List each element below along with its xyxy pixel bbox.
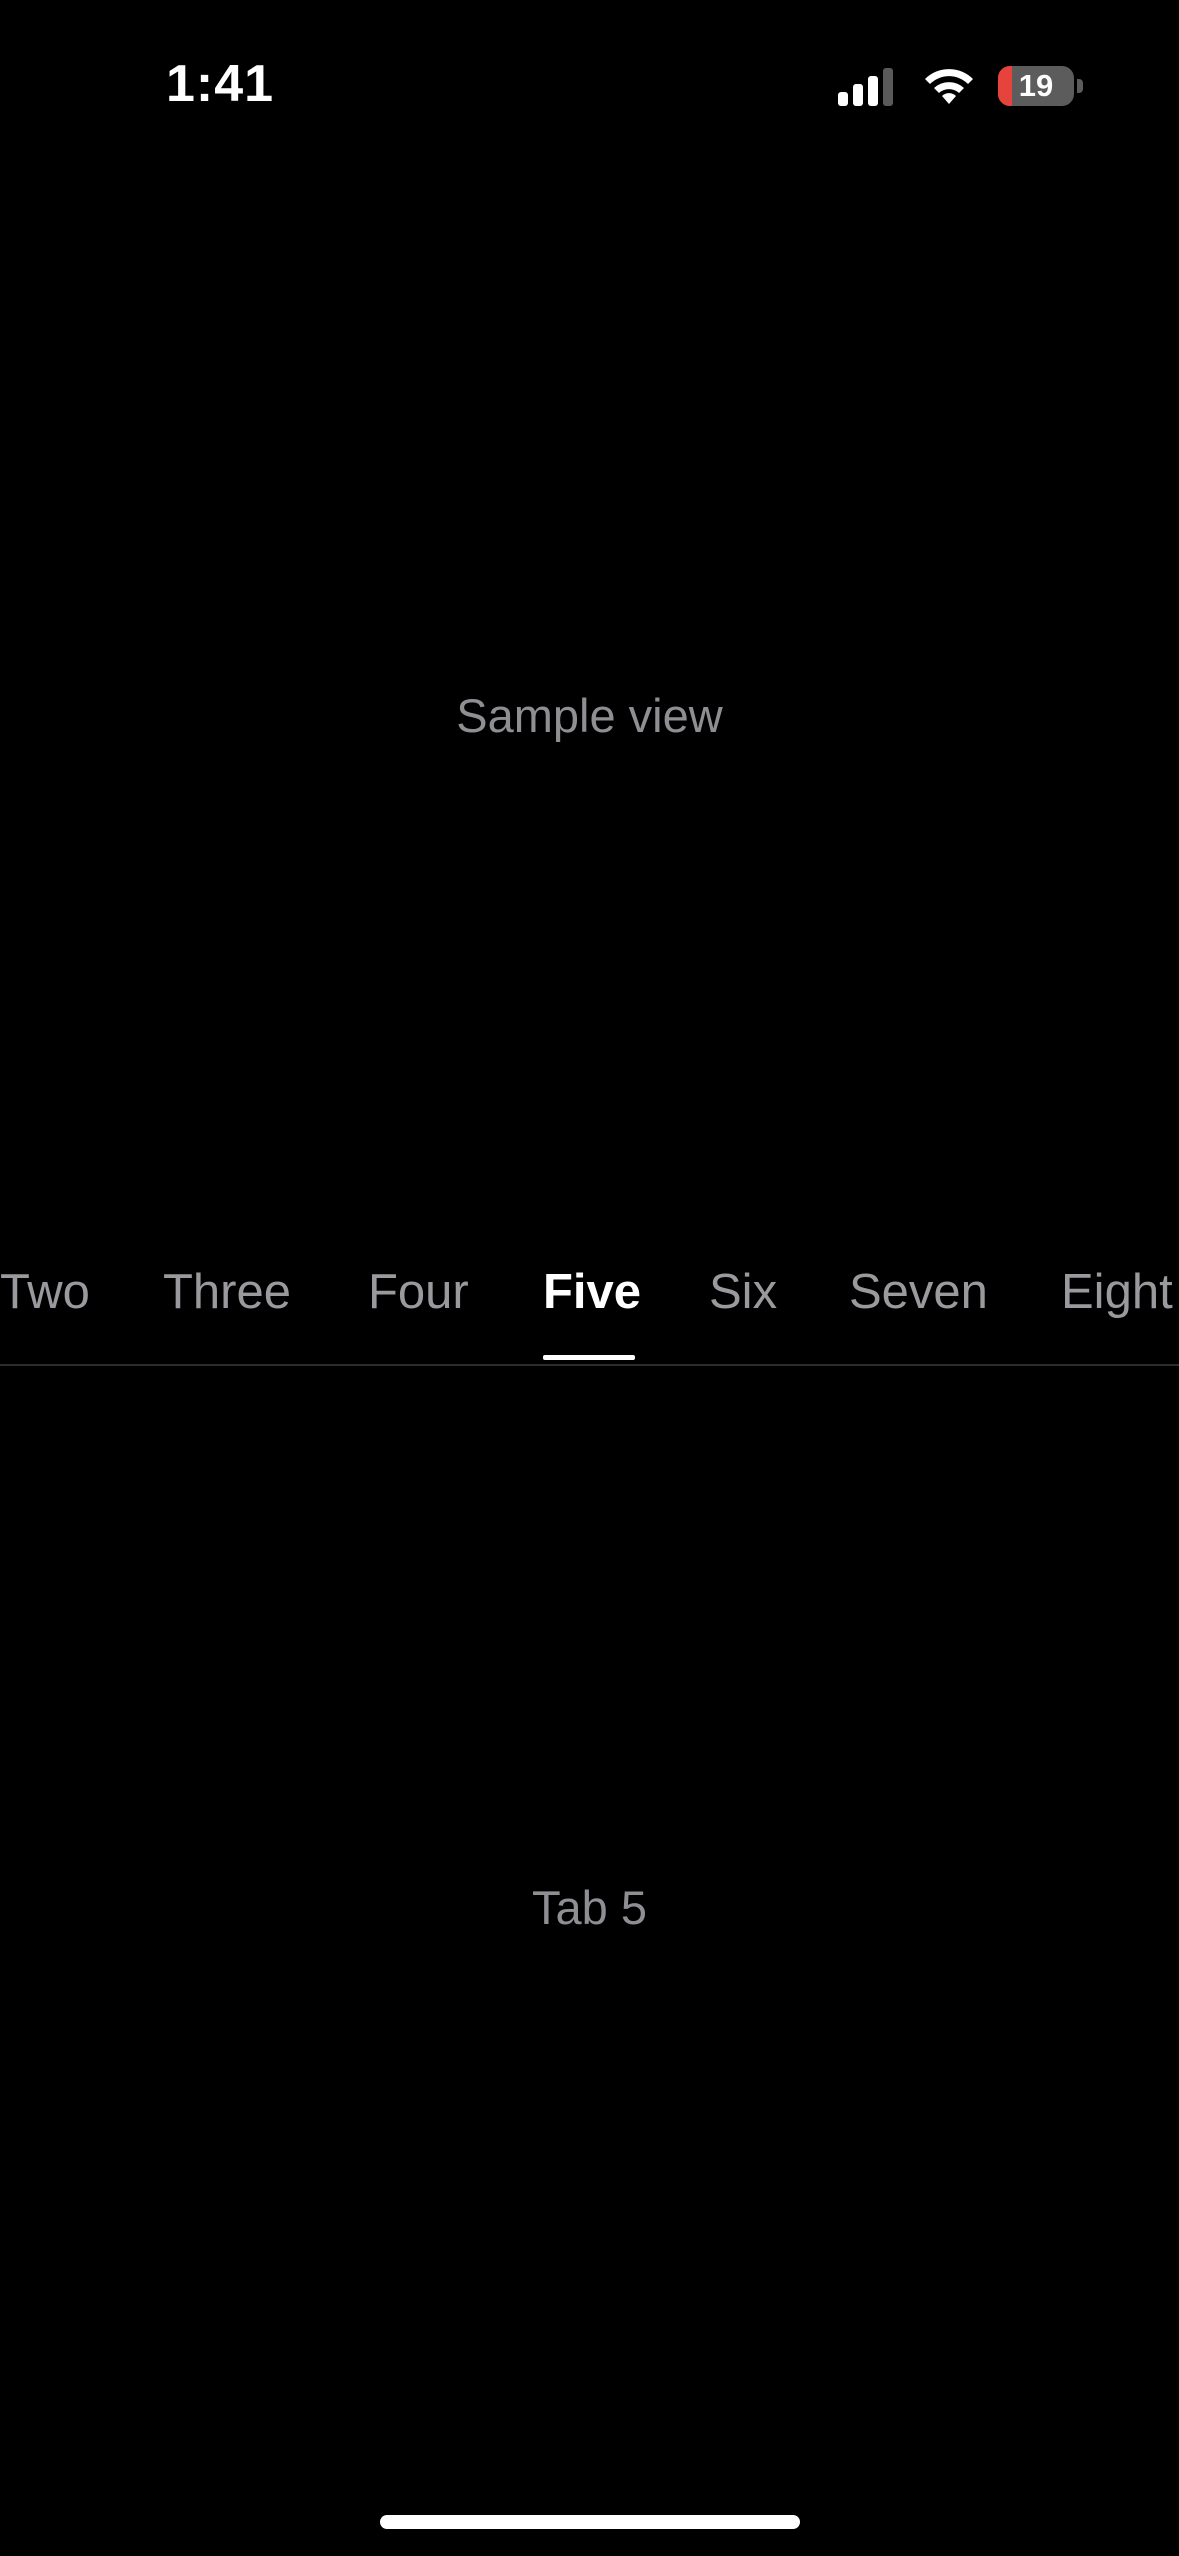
status-bar: 1:41 19: [0, 0, 1179, 150]
battery-level: 19: [1018, 68, 1054, 103]
sample-view-label: Sample view: [456, 689, 723, 742]
cellular-signal-icon: [838, 66, 898, 106]
tab-six[interactable]: Six: [709, 1264, 777, 1320]
wifi-icon: [925, 69, 973, 104]
home-indicator[interactable]: [380, 2515, 800, 2529]
tab-seven[interactable]: Seven: [849, 1264, 988, 1320]
battery-cap-icon: [1077, 79, 1083, 93]
status-time: 1:41: [166, 55, 275, 113]
tab-eight[interactable]: Eight: [1061, 1264, 1173, 1320]
tab-three[interactable]: Three: [163, 1264, 291, 1320]
tab-five[interactable]: Five: [543, 1264, 641, 1320]
status-icons: 19: [838, 64, 1083, 108]
active-tab-indicator: [543, 1355, 635, 1360]
sample-view: Sample view: [0, 150, 1179, 1290]
battery-icon: 19: [998, 66, 1074, 106]
tab-strip[interactable]: Two Three Four Five Six Seven Eight: [0, 1230, 1179, 1365]
tab-four[interactable]: Four: [368, 1264, 469, 1320]
tab-two[interactable]: Two: [0, 1264, 90, 1320]
tab-content: Tab 5: [0, 1366, 1179, 2466]
tab-content-label: Tab 5: [532, 1881, 647, 1934]
